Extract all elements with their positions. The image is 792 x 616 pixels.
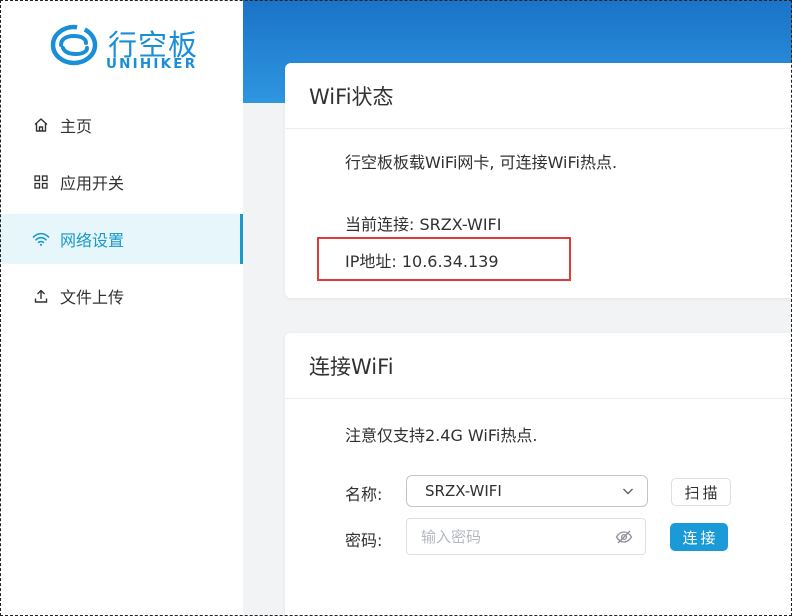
sidebar-item-file-upload[interactable]: 文件上传: [0, 271, 243, 321]
wifi-name-value: SRZX-WIFI: [425, 482, 502, 500]
wifi-name-select[interactable]: SRZX-WIFI: [406, 475, 648, 507]
password-input[interactable]: [421, 527, 601, 546]
current-connection: 当前连接: SRZX-WIFI: [345, 215, 502, 234]
sidebar-item-label: 主页: [60, 117, 93, 136]
eye-off-icon[interactable]: [615, 529, 633, 545]
connect-wifi-card: 连接WiFi 注意仅支持2.4G WiFi热点. 名称: SRZX-WIFI 扫…: [285, 333, 792, 616]
unihiker-logo-icon: [50, 24, 98, 66]
sidebar-nav: 主页 应用开关 网络设置 文件上传: [0, 100, 243, 328]
wifi-description: 行空板板载WiFi网卡, 可连接WiFi热点.: [345, 153, 618, 172]
home-icon: [32, 116, 50, 134]
wifi-status-card: WiFi状态 行空板板载WiFi网卡, 可连接WiFi热点. 当前连接: SRZ…: [285, 63, 792, 298]
chevron-down-icon: [623, 488, 633, 495]
sidebar-item-network-settings[interactable]: 网络设置: [0, 214, 243, 264]
sidebar-item-label: 应用开关: [60, 174, 125, 193]
password-field: [406, 518, 646, 555]
sidebar: 行空板 UNIHIKER 主页 应用开关 网络设置 文件上传: [0, 0, 243, 616]
ip-address: IP地址: 10.6.34.139: [345, 252, 499, 271]
connect-button[interactable]: 连接: [670, 523, 728, 551]
logo-english-text: UNIHIKER: [106, 56, 198, 72]
password-label: 密码:: [345, 531, 383, 550]
sidebar-item-label: 网络设置: [60, 231, 125, 250]
scan-button[interactable]: 扫描: [671, 478, 731, 506]
grid-icon: [32, 173, 50, 191]
name-label: 名称:: [345, 485, 383, 504]
wifi-status-title: WiFi状态: [285, 63, 792, 129]
upload-icon: [32, 287, 50, 305]
main-content: WiFi状态 行空板板载WiFi网卡, 可连接WiFi热点. 当前连接: SRZ…: [243, 0, 792, 616]
frequency-note: 注意仅支持2.4G WiFi热点.: [345, 426, 538, 445]
logo: 行空板 UNIHIKER: [50, 22, 210, 78]
wifi-icon: [32, 230, 50, 248]
sidebar-item-app-switch[interactable]: 应用开关: [0, 157, 243, 207]
connect-wifi-title: 连接WiFi: [285, 333, 792, 399]
sidebar-item-home[interactable]: 主页: [0, 100, 243, 150]
sidebar-item-label: 文件上传: [60, 288, 125, 307]
